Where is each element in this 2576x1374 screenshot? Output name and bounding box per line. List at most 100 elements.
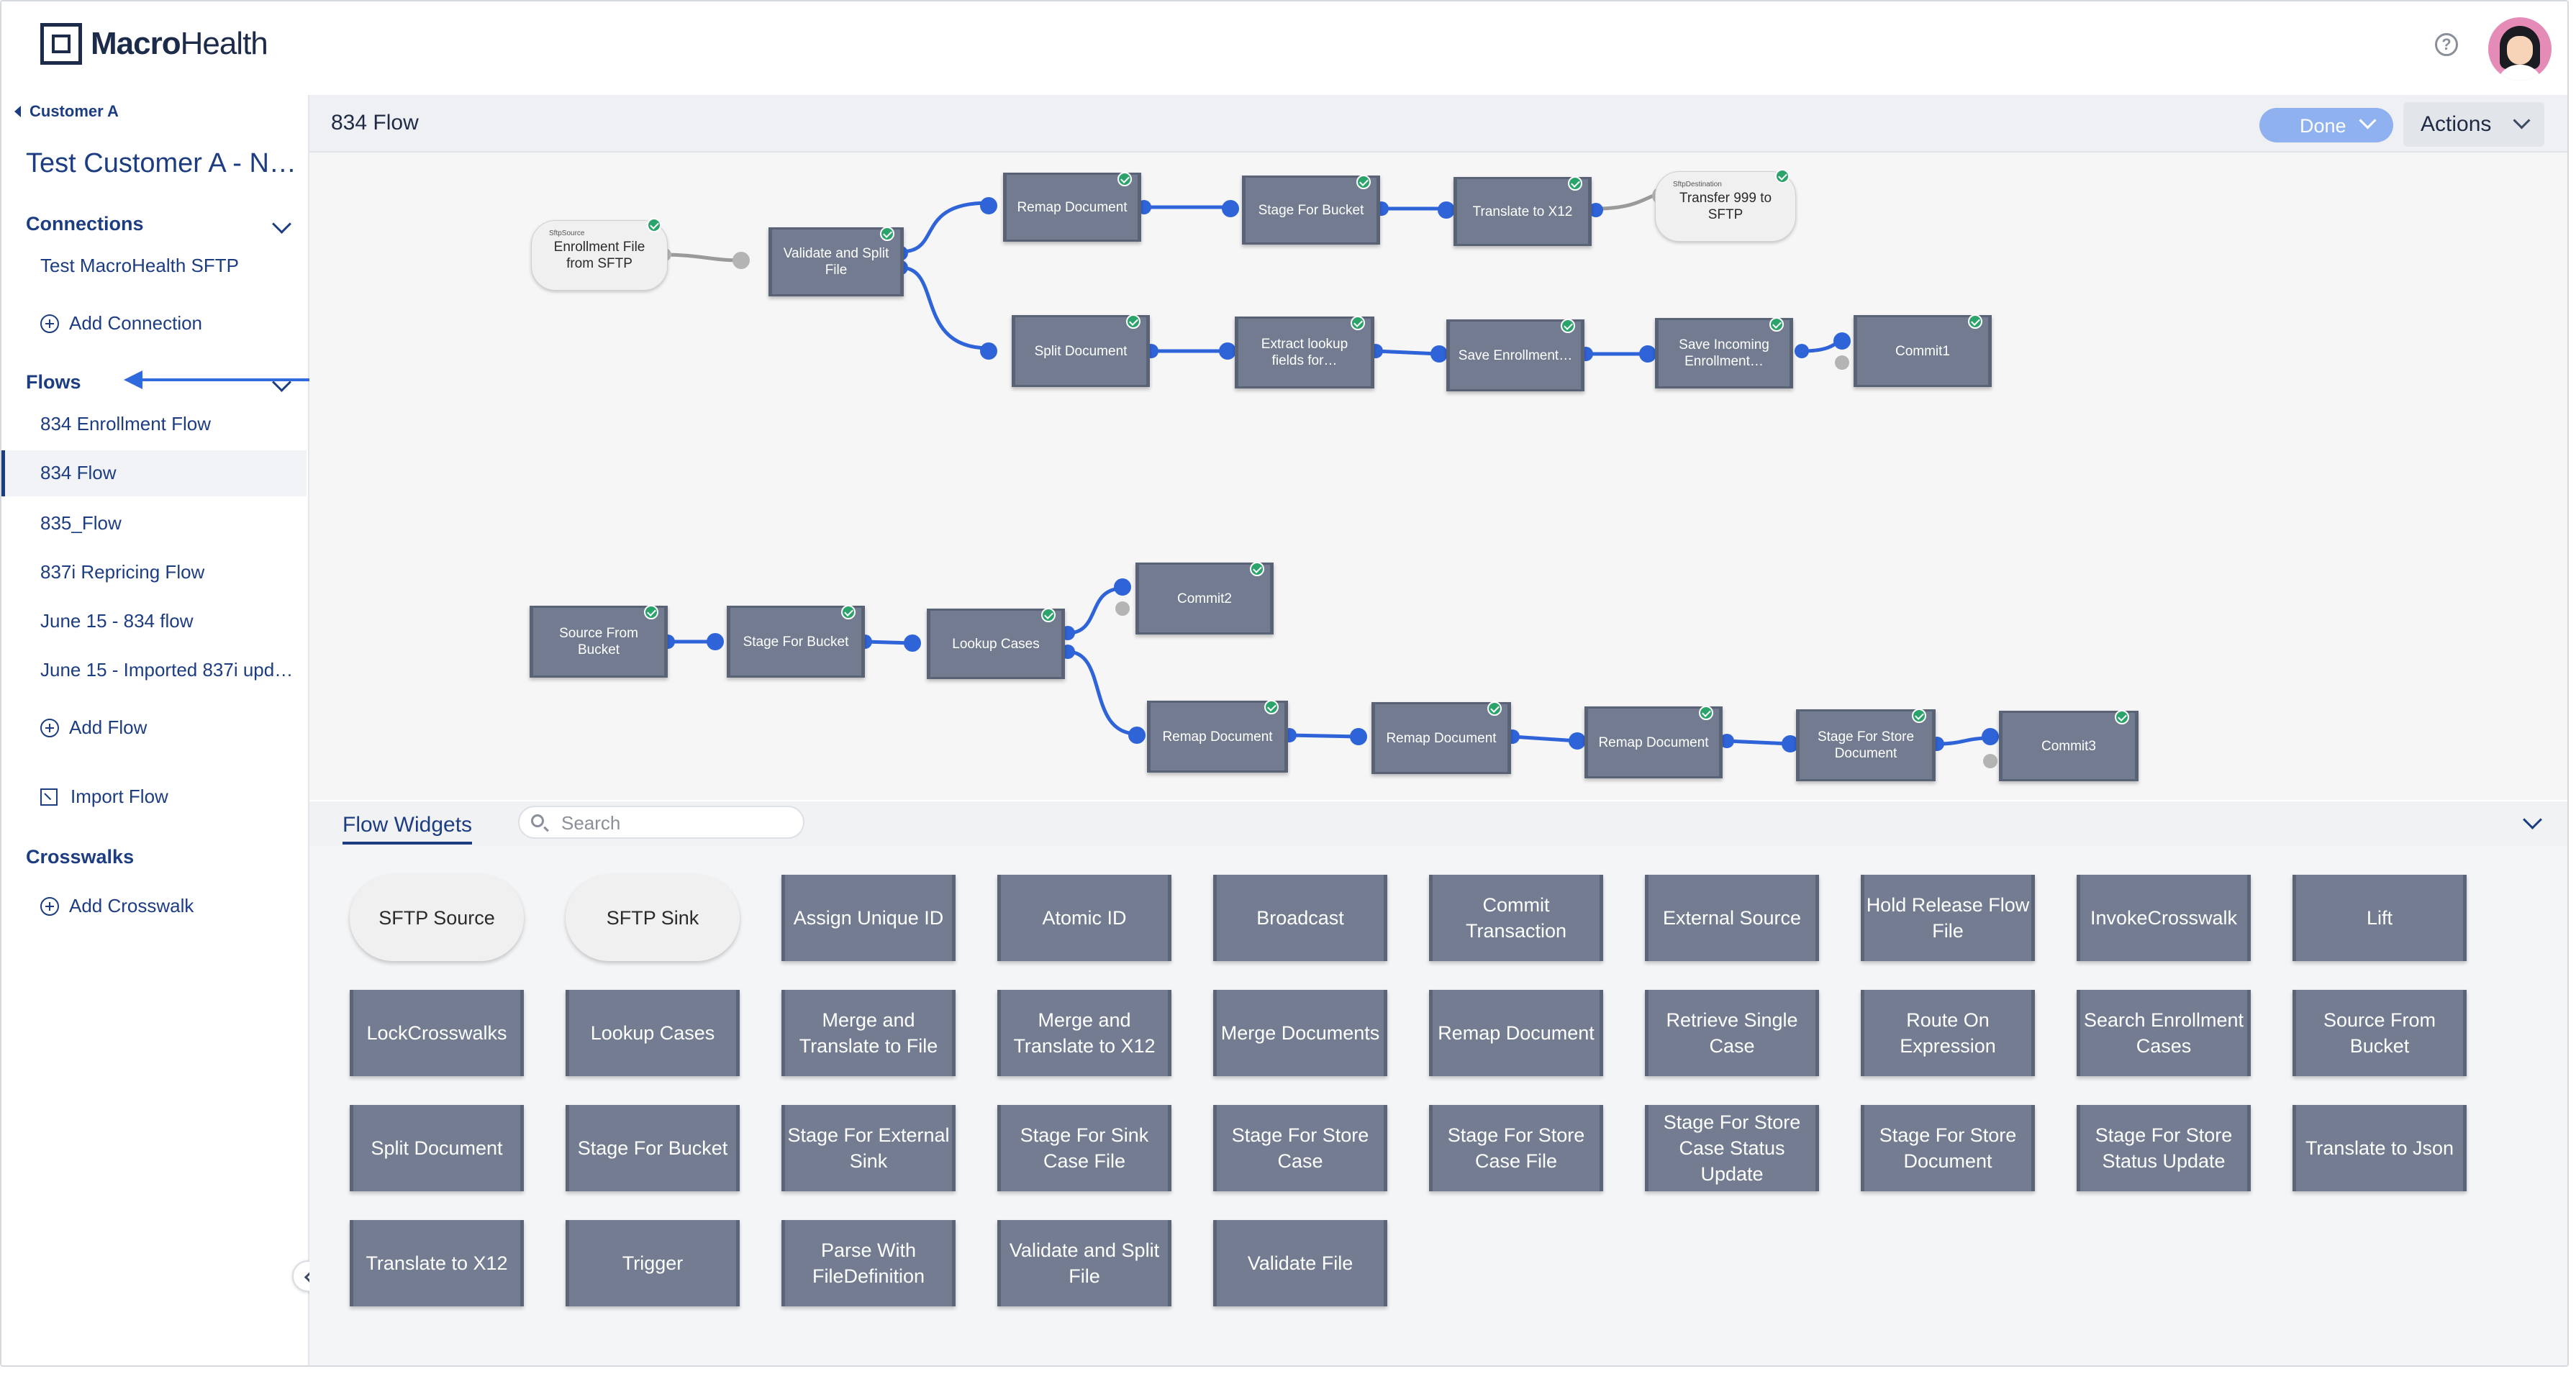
chevron-down-icon[interactable] bbox=[272, 214, 291, 234]
node-commit3[interactable]: Commit3 bbox=[1999, 710, 2139, 781]
node-sftp-destination[interactable]: SftpDestination Transfer 999 to SFTP bbox=[1655, 169, 1796, 242]
check-icon bbox=[1487, 701, 1502, 716]
widget-source-from-bucket[interactable]: Source From Bucket bbox=[2292, 990, 2467, 1076]
check-icon bbox=[841, 605, 856, 619]
node-lookup-cases[interactable]: Lookup Cases bbox=[927, 608, 1065, 679]
node-save-enrollment[interactable]: Save Enrollment… bbox=[1446, 319, 1584, 391]
widget-sftp-sink[interactable]: SFTP Sink bbox=[566, 875, 740, 961]
widget-sftp-source[interactable]: SFTP Source bbox=[350, 875, 524, 961]
widget-lookup-cases[interactable]: Lookup Cases bbox=[566, 990, 740, 1076]
chevron-down-icon bbox=[2513, 112, 2531, 129]
check-icon bbox=[1126, 314, 1140, 329]
check-icon bbox=[1568, 176, 1582, 191]
node-remap-document[interactable]: Remap Document bbox=[1003, 172, 1141, 242]
node-remap-document-2[interactable]: Remap Document bbox=[1147, 700, 1288, 773]
chevron-down-icon[interactable] bbox=[272, 373, 291, 392]
widget-stage-for-store-case[interactable]: Stage For Store Case bbox=[1213, 1105, 1387, 1191]
check-icon bbox=[880, 227, 894, 241]
flows-heading[interactable]: Flows bbox=[26, 371, 81, 393]
widget-search[interactable] bbox=[518, 806, 804, 839]
widget-split-document[interactable]: Split Document bbox=[350, 1105, 524, 1191]
flow-item[interactable]: June 15 - Imported 837i upd… bbox=[40, 659, 296, 681]
flow-item[interactable]: 835_Flow bbox=[40, 512, 122, 534]
user-avatar[interactable] bbox=[2488, 17, 2552, 81]
done-button[interactable]: Done bbox=[2259, 108, 2393, 142]
connection-item[interactable]: Test MacroHealth SFTP bbox=[40, 255, 239, 277]
widget-stage-for-sink-case-file[interactable]: Stage For Sink Case File bbox=[997, 1105, 1171, 1191]
node-translate-x12[interactable]: Translate to X12 bbox=[1453, 176, 1592, 246]
check-icon bbox=[1699, 706, 1713, 720]
plus-circle-icon bbox=[40, 896, 59, 916]
widget-stage-for-bucket[interactable]: Stage For Bucket bbox=[566, 1105, 740, 1191]
widget-merge-translate-file[interactable]: Merge and Translate to File bbox=[781, 990, 956, 1076]
node-remap-document-3[interactable]: Remap Document bbox=[1371, 701, 1511, 774]
widget-stage-for-store-case-status-update[interactable]: Stage For Store Case Status Update bbox=[1645, 1105, 1819, 1191]
widget-remap-document[interactable]: Remap Document bbox=[1429, 990, 1603, 1076]
widget-search-enrollment-cases[interactable]: Search Enrollment Cases bbox=[2077, 990, 2251, 1076]
customer-title: Test Customer A - N… bbox=[26, 148, 294, 178]
node-commit2[interactable]: Commit2 bbox=[1135, 562, 1274, 634]
node-source-from-bucket[interactable]: Source From Bucket bbox=[530, 605, 668, 678]
annotation-arrow bbox=[137, 378, 332, 381]
widget-lock-crosswalks[interactable]: LockCrosswalks bbox=[350, 990, 524, 1076]
arrow-left-icon bbox=[124, 370, 142, 389]
widget-lift[interactable]: Lift bbox=[2292, 875, 2467, 961]
node-split-document[interactable]: Split Document bbox=[1012, 314, 1150, 387]
widgets-header: Flow Widgets bbox=[309, 801, 2567, 846]
node-stage-for-bucket-2[interactable]: Stage For Bucket bbox=[727, 605, 865, 678]
widget-external-source[interactable]: External Source bbox=[1645, 875, 1819, 961]
widget-broadcast[interactable]: Broadcast bbox=[1213, 875, 1387, 961]
widget-parse-with-filedefinition[interactable]: Parse With FileDefinition bbox=[781, 1220, 956, 1306]
node-stage-for-bucket[interactable]: Stage For Bucket bbox=[1242, 175, 1380, 245]
node-remap-document-4[interactable]: Remap Document bbox=[1584, 706, 1723, 778]
node-validate-split[interactable]: Validate and Split File bbox=[768, 227, 904, 296]
widget-commit-transaction[interactable]: Commit Transaction bbox=[1429, 875, 1603, 961]
top-bar: MacroHealth ? bbox=[1, 1, 2567, 95]
widget-stage-for-store-case-file[interactable]: Stage For Store Case File bbox=[1429, 1105, 1603, 1191]
widget-translate-to-json[interactable]: Translate to Json bbox=[2292, 1105, 2467, 1191]
node-commit1[interactable]: Commit1 bbox=[1854, 314, 1992, 387]
widget-stage-for-external-sink[interactable]: Stage For External Sink bbox=[781, 1105, 956, 1191]
chevron-down-icon bbox=[2359, 112, 2377, 129]
widget-merge-translate-x12[interactable]: Merge and Translate to X12 bbox=[997, 990, 1171, 1076]
widget-validate-and-split-file[interactable]: Validate and Split File bbox=[997, 1220, 1171, 1306]
widget-trigger[interactable]: Trigger bbox=[566, 1220, 740, 1306]
macrohealth-logo[interactable]: MacroHealth bbox=[40, 23, 268, 65]
widget-translate-to-x12[interactable]: Translate to X12 bbox=[350, 1220, 524, 1306]
node-extract-lookup[interactable]: Extract lookup fields for… bbox=[1235, 316, 1374, 388]
flow-item[interactable]: 834 Enrollment Flow bbox=[40, 413, 211, 435]
add-crosswalk-button[interactable]: Add Crosswalk bbox=[40, 895, 194, 917]
widget-retrieve-single-case[interactable]: Retrieve Single Case bbox=[1645, 990, 1819, 1076]
widget-assign-unique-id[interactable]: Assign Unique ID bbox=[781, 875, 956, 961]
flow-item[interactable]: June 15 - 834 flow bbox=[40, 610, 193, 632]
widget-merge-documents[interactable]: Merge Documents bbox=[1213, 990, 1387, 1076]
chevron-down-icon[interactable] bbox=[2523, 810, 2542, 829]
widget-hold-release-flow-file[interactable]: Hold Release Flow File bbox=[1861, 875, 2035, 961]
breadcrumb-back[interactable]: Customer A bbox=[14, 102, 119, 121]
widget-invoke-crosswalk[interactable]: InvokeCrosswalk bbox=[2077, 875, 2251, 961]
widget-route-on-expression[interactable]: Route On Expression bbox=[1861, 990, 2035, 1076]
add-flow-button[interactable]: Add Flow bbox=[40, 716, 147, 739]
check-icon bbox=[1264, 700, 1279, 714]
widget-search-input[interactable] bbox=[560, 811, 793, 834]
tab-flow-widgets[interactable]: Flow Widgets bbox=[343, 813, 473, 845]
widget-validate-file[interactable]: Validate File bbox=[1213, 1220, 1387, 1306]
widget-stage-for-store-document[interactable]: Stage For Store Document bbox=[1861, 1105, 2035, 1191]
add-connection-button[interactable]: Add Connection bbox=[40, 312, 202, 335]
node-save-incoming[interactable]: Save Incoming Enrollment… bbox=[1655, 317, 1793, 388]
crosswalks-heading: Crosswalks bbox=[26, 846, 135, 868]
widget-atomic-id[interactable]: Atomic ID bbox=[997, 875, 1171, 961]
plus-circle-icon bbox=[40, 718, 59, 737]
flow-canvas[interactable]: SftpSource Enrollment File from SFTP Val… bbox=[309, 153, 2567, 800]
node-stage-for-store-document[interactable]: Stage For Store Document bbox=[1796, 709, 1936, 781]
flow-item-active[interactable]: 834 Flow bbox=[1, 450, 307, 496]
import-flow-button[interactable]: Import Flow bbox=[40, 786, 168, 808]
node-sftp-source[interactable]: SftpSource Enrollment File from SFTP bbox=[531, 218, 668, 291]
help-icon[interactable]: ? bbox=[2435, 33, 2458, 56]
flow-title: 834 Flow bbox=[331, 111, 419, 135]
actions-button[interactable]: Actions bbox=[2403, 102, 2544, 147]
connections-heading[interactable]: Connections bbox=[26, 213, 144, 235]
logo-text: MacroHealth bbox=[91, 26, 268, 61]
flow-item[interactable]: 837i Repricing Flow bbox=[40, 561, 204, 583]
widget-stage-for-store-status-update[interactable]: Stage For Store Status Update bbox=[2077, 1105, 2251, 1191]
